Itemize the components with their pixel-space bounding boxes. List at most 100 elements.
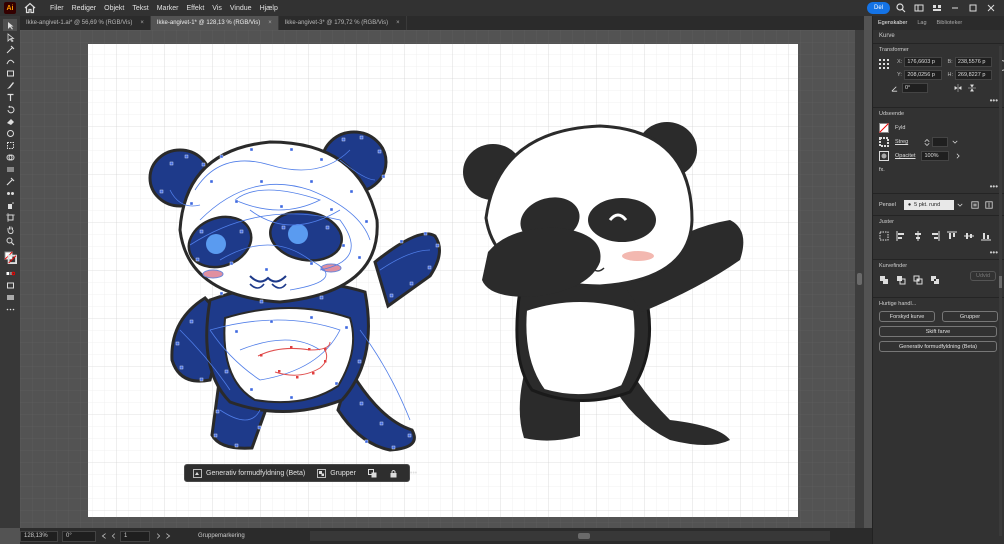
edit-toolbar-button[interactable] (3, 303, 17, 315)
last-artboard-icon[interactable] (164, 532, 172, 540)
chevron-down-icon[interactable] (957, 202, 963, 208)
fill-stroke-swatches[interactable] (3, 247, 17, 267)
menu-effect[interactable]: Effekt (187, 5, 205, 12)
more-options-icon[interactable]: ••• (990, 96, 998, 105)
search-icon[interactable] (896, 3, 906, 13)
align-right-icon[interactable] (930, 231, 940, 241)
align-bottom-icon[interactable] (981, 231, 991, 241)
horizontal-scrollbar[interactable] (310, 531, 830, 541)
close-icon[interactable] (986, 3, 996, 13)
minus-front-icon[interactable] (896, 275, 906, 285)
close-tab-icon[interactable]: × (140, 20, 144, 26)
close-tab-icon[interactable]: × (268, 20, 272, 26)
effects-button[interactable]: fx. (879, 167, 885, 173)
artboard-number-field[interactable]: 1 (120, 530, 150, 542)
menu-view[interactable]: Vis (212, 5, 222, 12)
menu-type[interactable]: Tekst (132, 5, 148, 12)
stroke-label[interactable]: Streg (895, 139, 908, 145)
symbol-sprayer-tool[interactable] (3, 199, 17, 211)
generative-fill-button[interactable]: Generativ formudfyldning (Beta) (189, 466, 309, 480)
eyedropper-tool[interactable] (3, 175, 17, 187)
flip-horizontal-icon[interactable] (954, 84, 962, 92)
more-options-button[interactable]: ••• (406, 466, 421, 480)
home-icon[interactable] (24, 2, 36, 14)
warp-tool[interactable] (3, 127, 17, 139)
menu-edit[interactable]: Rediger (72, 5, 97, 12)
more-options-icon[interactable]: ••• (990, 248, 998, 257)
chevron-right-icon[interactable] (955, 153, 961, 159)
color-modes[interactable] (3, 267, 17, 279)
align-top-icon[interactable] (947, 231, 957, 241)
artboard-tool[interactable] (3, 211, 17, 223)
zoom-level-field[interactable]: 128,13% (20, 530, 58, 542)
shape-builder-tool[interactable] (3, 151, 17, 163)
chevron-down-icon[interactable] (952, 139, 958, 145)
rotation-field[interactable]: 0° (62, 530, 96, 542)
share-button[interactable]: Del (866, 2, 890, 14)
draw-mode[interactable] (3, 279, 17, 291)
selection-tool[interactable] (3, 19, 17, 31)
intersect-icon[interactable] (913, 275, 923, 285)
generative-fill-quick-button[interactable]: Generativ formudfyldning (Beta) (879, 341, 997, 352)
brush-dropdown[interactable]: ● 5 pkt. rund (903, 200, 954, 210)
height-field[interactable]: 269,8227 p (954, 70, 992, 80)
tab-document-1[interactable]: Ikke-angivet-1.ai* @ 56,69 % (RGB/Vis) × (20, 16, 151, 30)
opacity-field[interactable]: 100% (921, 151, 950, 161)
maximize-icon[interactable] (968, 3, 978, 13)
arrange-documents-icon[interactable] (932, 3, 942, 13)
brush-options-icon[interactable] (971, 201, 979, 209)
menu-select[interactable]: Marker (157, 5, 179, 12)
direct-selection-tool[interactable] (3, 31, 17, 43)
unite-icon[interactable] (879, 275, 889, 285)
recolor-button[interactable]: Skift farve (879, 326, 997, 337)
curvature-tool[interactable] (3, 55, 17, 67)
minimize-icon[interactable] (950, 3, 960, 13)
vertical-scrollbar[interactable] (855, 30, 864, 528)
first-artboard-icon[interactable] (100, 532, 108, 540)
scroll-thumb[interactable] (578, 533, 590, 539)
y-field[interactable]: 208,0256 p (904, 70, 942, 80)
type-tool[interactable] (3, 91, 17, 103)
tab-document-3[interactable]: Ikke-angivet-3* @ 179,72 % (RGB/Vis) × (279, 16, 407, 30)
arrange-button[interactable] (364, 466, 385, 480)
stroke-weight-field[interactable] (932, 137, 949, 147)
stroke-swatch-icon[interactable] (879, 137, 889, 147)
rotate-tool[interactable] (3, 103, 17, 115)
paintbrush-tool[interactable] (3, 79, 17, 91)
magic-wand-tool[interactable] (3, 43, 17, 55)
rectangle-tool[interactable] (3, 67, 17, 79)
scroll-thumb[interactable] (857, 273, 862, 285)
align-to-icon[interactable] (879, 231, 889, 241)
tab-layers[interactable]: Lag (912, 20, 931, 26)
x-field[interactable]: 176,6603 p (904, 57, 942, 67)
expand-button[interactable]: Udvid (970, 271, 996, 281)
menu-help[interactable]: Hjælp (260, 5, 278, 12)
group-quick-button[interactable]: Grupper (942, 311, 998, 322)
group-button[interactable]: Grupper (313, 466, 360, 480)
rotate-field[interactable]: 0° (902, 83, 928, 93)
align-horizontal-center-icon[interactable] (913, 231, 923, 241)
next-artboard-icon[interactable] (154, 532, 162, 540)
previous-artboard-icon[interactable] (110, 532, 118, 540)
screen-mode[interactable] (3, 291, 17, 303)
hand-tool[interactable] (3, 223, 17, 235)
stroke-weight-stepper-icon[interactable] (924, 138, 930, 147)
menu-window[interactable]: Vindue (230, 5, 252, 12)
zoom-tool[interactable] (3, 235, 17, 247)
width-field[interactable]: 238,5576 p (954, 57, 992, 67)
offset-path-button[interactable]: Forskyd kurve (879, 311, 935, 322)
align-vertical-center-icon[interactable] (964, 231, 974, 241)
tab-libraries[interactable]: Biblioteker (932, 20, 968, 26)
blend-tool[interactable] (3, 187, 17, 199)
canvas-area[interactable]: Generativ formudfyldning (Beta) Grupper … (20, 30, 864, 528)
free-transform-tool[interactable] (3, 139, 17, 151)
opacity-label[interactable]: Opacitet (895, 153, 915, 159)
exclude-icon[interactable] (930, 275, 940, 285)
workspace-icon[interactable] (914, 3, 924, 13)
eraser-tool[interactable] (3, 115, 17, 127)
panel-scrollbar[interactable] (998, 46, 1003, 536)
more-options-icon[interactable]: ••• (990, 182, 998, 191)
flip-vertical-icon[interactable] (968, 84, 976, 92)
gradient-tool[interactable] (3, 163, 17, 175)
fill-swatch-icon[interactable] (879, 123, 889, 133)
